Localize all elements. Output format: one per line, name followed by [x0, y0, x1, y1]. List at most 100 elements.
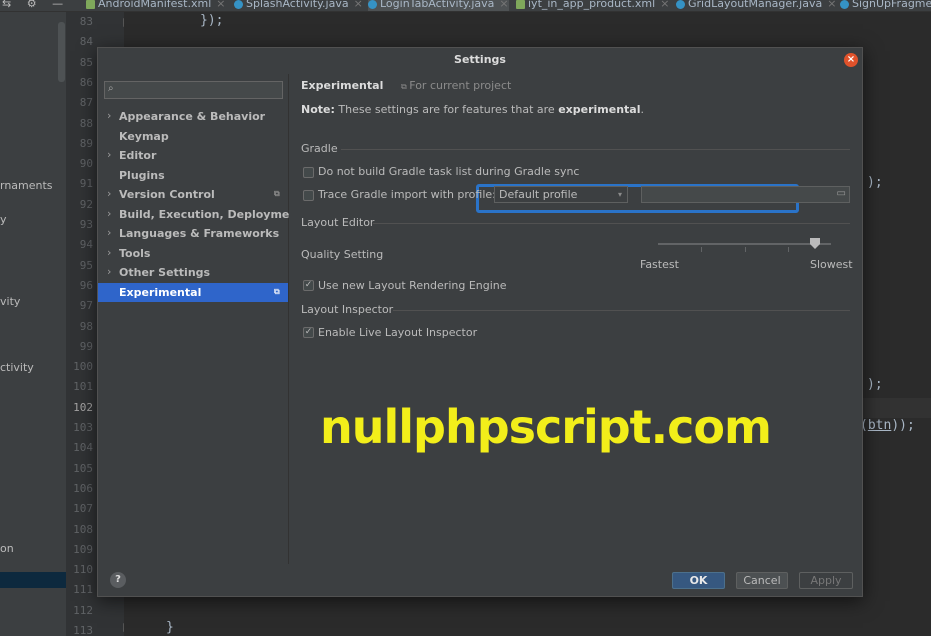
live-layout-inspector-checkbox[interactable]: ✓: [303, 327, 314, 338]
tab-signup-fragment[interactable]: SignUpFragment: [840, 0, 931, 11]
line-number: 99: [79, 339, 93, 353]
project-item[interactable]: vity: [0, 295, 20, 308]
close-icon[interactable]: ×: [354, 0, 363, 10]
settings-nav-item[interactable]: Keymap: [98, 127, 288, 146]
apply-button[interactable]: Apply: [799, 572, 853, 589]
line-number: 100: [73, 360, 93, 374]
close-icon[interactable]: ×: [844, 53, 858, 67]
settings-nav-label: Version Control: [119, 188, 215, 201]
settings-nav-item[interactable]: › Other Settings: [98, 263, 288, 282]
dialog-title-bar[interactable]: Settings ×: [98, 48, 862, 74]
settings-nav-item[interactable]: › Appearance & Behavior: [98, 107, 288, 126]
settings-nav-item[interactable]: › Tools: [98, 244, 288, 263]
line-number: 95: [79, 258, 93, 272]
settings-nav-label: Languages & Frameworks: [119, 227, 280, 240]
chevron-right-icon[interactable]: ›: [107, 207, 111, 220]
line-number: 98: [79, 319, 93, 333]
trace-gradle-import-label[interactable]: Trace Gradle import with profile:: [318, 188, 496, 201]
section-divider: [341, 149, 850, 150]
java-class-icon: [368, 0, 377, 9]
gradle-section-heading: Gradle: [301, 142, 338, 155]
tab-splash-activity[interactable]: SplashActivity.java ×: [234, 0, 363, 11]
tab-label: AndroidManifest.xml: [98, 0, 212, 10]
settings-nav-item[interactable]: › Languages & Frameworks: [98, 224, 288, 243]
watermark: nullphpscript.com: [320, 400, 772, 454]
tab-login-tab-activity[interactable]: LoginTabActivity.java ×: [368, 0, 509, 11]
dialog-button-bar: ? OK Cancel Apply: [98, 564, 862, 596]
layout-rendering-engine-label[interactable]: Use new Layout Rendering Engine: [318, 279, 507, 292]
skip-gradle-task-list-label[interactable]: Do not build Gradle task list during Gra…: [318, 165, 579, 178]
close-icon[interactable]: ×: [827, 0, 836, 10]
select-value: Default profile: [499, 188, 578, 201]
line-number: 91: [79, 177, 93, 191]
note-body: These settings are for features that are: [334, 103, 559, 116]
skip-gradle-task-list-checkbox[interactable]: [303, 167, 314, 178]
code-token[interactable]: btn: [868, 418, 891, 433]
folder-icon[interactable]: ▭: [837, 188, 846, 199]
project-item[interactable]: on: [0, 542, 14, 555]
settings-nav-label: Keymap: [119, 129, 169, 143]
live-layout-inspector-label[interactable]: Enable Live Layout Inspector: [318, 326, 477, 339]
line-number: 107: [73, 502, 93, 516]
scope-label: ⧉ For current project: [401, 79, 511, 92]
ide-window: ⇆ ⚙ — AndroidManifest.xml × SplashActivit…: [0, 0, 931, 636]
cancel-button[interactable]: Cancel: [736, 572, 788, 589]
tab-label: GridLayoutManager.java: [688, 0, 823, 10]
layout-editor-section-heading: Layout Editor: [301, 216, 375, 229]
search-icon: ⌕: [108, 83, 114, 94]
quality-slider[interactable]: [658, 233, 831, 263]
chevron-right-icon[interactable]: ›: [107, 148, 111, 161]
project-item[interactable]: ctivity: [0, 361, 34, 374]
tab-in-app-product[interactable]: iyt_in_app_product.xml ×: [516, 0, 669, 11]
ok-button[interactable]: OK: [672, 572, 725, 589]
line-number: 109: [73, 542, 93, 556]
chevron-right-icon[interactable]: ›: [107, 109, 111, 122]
settings-nav-item[interactable]: Plugins: [98, 166, 288, 185]
trace-gradle-import-checkbox[interactable]: [303, 190, 314, 201]
code-line: (btn));: [860, 418, 915, 433]
chevron-right-icon[interactable]: ›: [107, 226, 111, 239]
slider-tick: [701, 247, 702, 252]
scrollbar-thumb[interactable]: [58, 22, 65, 82]
chevron-right-icon[interactable]: ›: [107, 187, 111, 200]
settings-nav-item[interactable]: › Editor: [98, 146, 288, 165]
gradle-profile-select[interactable]: Default profile ▾: [494, 186, 628, 203]
experimental-settings-panel: Experimental ⧉ For current project Note:…: [289, 74, 862, 564]
project-item[interactable]: y: [0, 213, 7, 226]
xml-file-icon: [516, 0, 525, 9]
settings-search-input[interactable]: ⌕: [104, 81, 283, 99]
project-item[interactable]: rnaments: [0, 179, 53, 192]
settings-nav-label: Plugins: [119, 168, 165, 182]
settings-nav-label: Build, Execution, Deployment: [119, 207, 303, 221]
java-class-icon: [234, 0, 243, 9]
close-icon[interactable]: ×: [499, 0, 508, 10]
settings-nav-item[interactable]: Experimental ⧉: [98, 282, 288, 302]
settings-nav-item[interactable]: › Version Control ⧉: [98, 185, 288, 204]
slider-tick: [745, 247, 746, 252]
tab-grid-layout-manager[interactable]: GridLayoutManager.java ×: [676, 0, 836, 11]
slider-track: [658, 243, 831, 245]
chevron-down-icon: ▾: [617, 190, 622, 199]
java-class-icon: [676, 0, 685, 9]
chevron-right-icon[interactable]: ›: [107, 265, 111, 278]
settings-nav-item[interactable]: › Build, Execution, Deployment: [98, 205, 302, 224]
gradle-profile-path-field[interactable]: ▭: [641, 186, 850, 203]
line-number: 111: [73, 583, 93, 597]
line-number: 94: [79, 238, 93, 252]
toolbar-icons[interactable]: ⇆ ⚙ —: [2, 0, 69, 10]
panel-title: Experimental: [301, 79, 384, 92]
close-icon[interactable]: ×: [216, 0, 225, 10]
line-number: 106: [73, 481, 93, 495]
line-number: 102: [73, 400, 93, 414]
settings-nav-label: Editor: [119, 149, 157, 162]
line-number: 110: [73, 563, 93, 577]
tab-android-manifest[interactable]: AndroidManifest.xml ×: [86, 0, 225, 11]
slider-thumb[interactable]: [810, 238, 821, 249]
layout-rendering-engine-checkbox[interactable]: ✓: [303, 280, 314, 291]
chevron-right-icon[interactable]: ›: [107, 246, 111, 259]
project-selection: [0, 572, 66, 588]
help-button[interactable]: ?: [110, 572, 126, 588]
note-emphasis: experimental: [558, 103, 641, 116]
close-icon[interactable]: ×: [660, 0, 669, 10]
code-line: });: [200, 13, 224, 28]
